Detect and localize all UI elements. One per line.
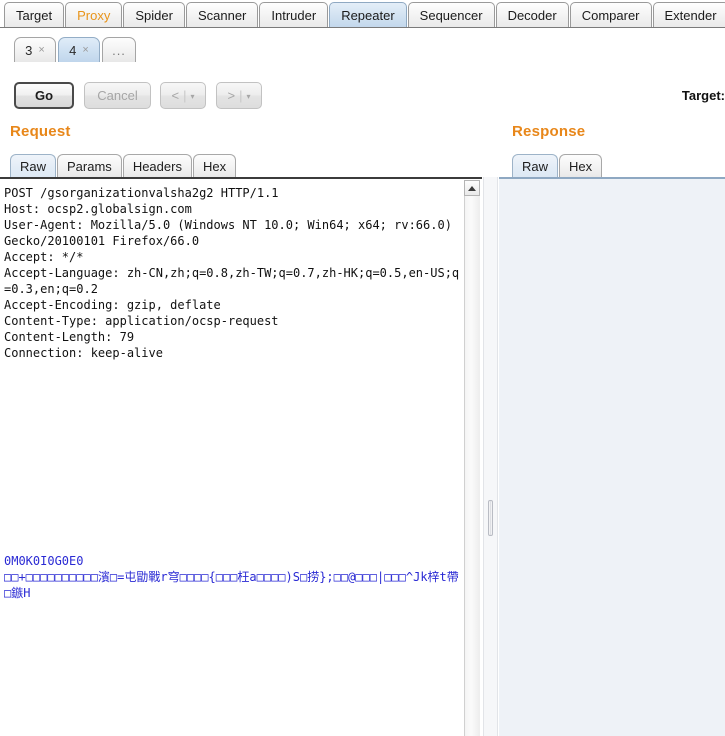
main-tab-decoder[interactable]: Decoder xyxy=(495,2,569,27)
main-tab-comparer[interactable]: Comparer xyxy=(569,2,652,27)
main-tab-intruder-label: Intruder xyxy=(271,8,317,23)
previous-request-glyph: < | ▾ xyxy=(172,88,195,103)
main-tab-sequencer[interactable]: Sequencer xyxy=(407,2,495,27)
response-pane-title: Response xyxy=(512,123,586,140)
main-tab-bar: Target Proxy Spider Scanner Intruder Rep… xyxy=(0,0,725,28)
repeater-tab-bar: 3 × 4 × ... xyxy=(0,29,725,62)
request-tab-raw-label: Raw xyxy=(20,159,47,174)
nav-separator: | xyxy=(239,88,243,103)
burp-suite-window: Target Proxy Spider Scanner Intruder Rep… xyxy=(0,0,725,736)
go-button-label: Go xyxy=(34,88,54,103)
main-tab-comparer-label: Comparer xyxy=(581,8,640,23)
next-request-glyph: > | ▾ xyxy=(228,88,251,103)
request-editor[interactable]: POST /gsorganizationvalsha2g2 HTTP/1.1 H… xyxy=(0,177,482,736)
repeater-new-tab-button[interactable]: ... xyxy=(102,37,136,62)
close-icon[interactable]: × xyxy=(82,44,88,56)
request-headers-text: POST /gsorganizationvalsha2g2 HTTP/1.1 H… xyxy=(4,186,460,360)
request-tab-params-label: Params xyxy=(67,159,112,174)
pane-splitter[interactable] xyxy=(483,177,498,736)
chevron-down-icon: ▾ xyxy=(190,92,195,101)
cancel-button[interactable]: Cancel xyxy=(84,82,151,109)
main-tab-intruder[interactable]: Intruder xyxy=(259,2,329,27)
main-tab-target[interactable]: Target xyxy=(4,2,65,27)
request-tab-params[interactable]: Params xyxy=(57,154,122,178)
main-tab-spider-label: Spider xyxy=(135,8,173,23)
repeater-new-tab-label: ... xyxy=(112,42,126,58)
chevron-down-icon: ▾ xyxy=(246,92,251,101)
main-tab-extender-label: Extender xyxy=(664,8,717,23)
main-tab-scanner-label: Scanner xyxy=(197,8,247,23)
chevron-left-icon: < xyxy=(171,88,180,103)
main-tab-decoder-label: Decoder xyxy=(507,8,557,23)
previous-request-button[interactable]: < | ▾ xyxy=(160,82,206,109)
main-tab-spider[interactable]: Spider xyxy=(123,2,185,27)
request-tab-headers[interactable]: Headers xyxy=(122,154,192,178)
repeater-tab-4[interactable]: 4 × xyxy=(58,37,100,62)
scroll-up-arrow-icon[interactable] xyxy=(464,180,480,196)
repeater-tab-3[interactable]: 3 × xyxy=(14,37,56,62)
target-label: Target: xyxy=(681,88,725,103)
main-tab-proxy[interactable]: Proxy xyxy=(65,2,123,27)
response-tab-hex-label: Hex xyxy=(569,159,593,174)
request-tab-headers-label: Headers xyxy=(132,159,182,174)
chevron-right-icon: > xyxy=(227,88,236,103)
request-tab-hex[interactable]: Hex xyxy=(192,154,237,178)
go-button[interactable]: Go xyxy=(14,82,74,109)
response-tab-hex[interactable]: Hex xyxy=(559,154,603,178)
main-tab-repeater-label: Repeater xyxy=(341,8,395,23)
main-tab-repeater[interactable]: Repeater xyxy=(329,2,407,27)
main-tab-sequencer-label: Sequencer xyxy=(419,8,483,23)
repeater-tab-3-label: 3 xyxy=(25,42,33,58)
response-tab-raw-label: Raw xyxy=(522,159,549,174)
response-tab-bar: Raw Hex xyxy=(512,152,603,178)
next-request-button[interactable]: > | ▾ xyxy=(216,82,262,109)
request-tab-bar: Raw Params Headers Hex xyxy=(10,152,237,178)
request-body-text: 0M0K0I0G0E0 □□+□□□□□□□□□□濱□=屯勖戰r穹□□□□{□□… xyxy=(4,554,459,600)
repeater-tab-4-label: 4 xyxy=(69,42,77,58)
pane-splitter-handle[interactable] xyxy=(488,500,493,536)
triangle-up-icon xyxy=(468,185,476,191)
main-tab-target-label: Target xyxy=(16,8,53,23)
main-tab-scanner[interactable]: Scanner xyxy=(185,2,259,27)
close-icon[interactable]: × xyxy=(38,44,44,56)
response-tab-raw[interactable]: Raw xyxy=(512,154,559,178)
nav-separator: | xyxy=(183,88,187,103)
request-scrollbar[interactable] xyxy=(464,180,480,736)
request-tab-raw[interactable]: Raw xyxy=(10,154,57,178)
cancel-button-label: Cancel xyxy=(97,88,138,103)
response-editor[interactable] xyxy=(499,177,725,736)
main-tab-extender[interactable]: Extender xyxy=(652,2,725,27)
request-tab-hex-label: Hex xyxy=(202,159,227,174)
request-pane-title: Request xyxy=(10,123,71,140)
main-tab-proxy-label: Proxy xyxy=(77,8,111,23)
